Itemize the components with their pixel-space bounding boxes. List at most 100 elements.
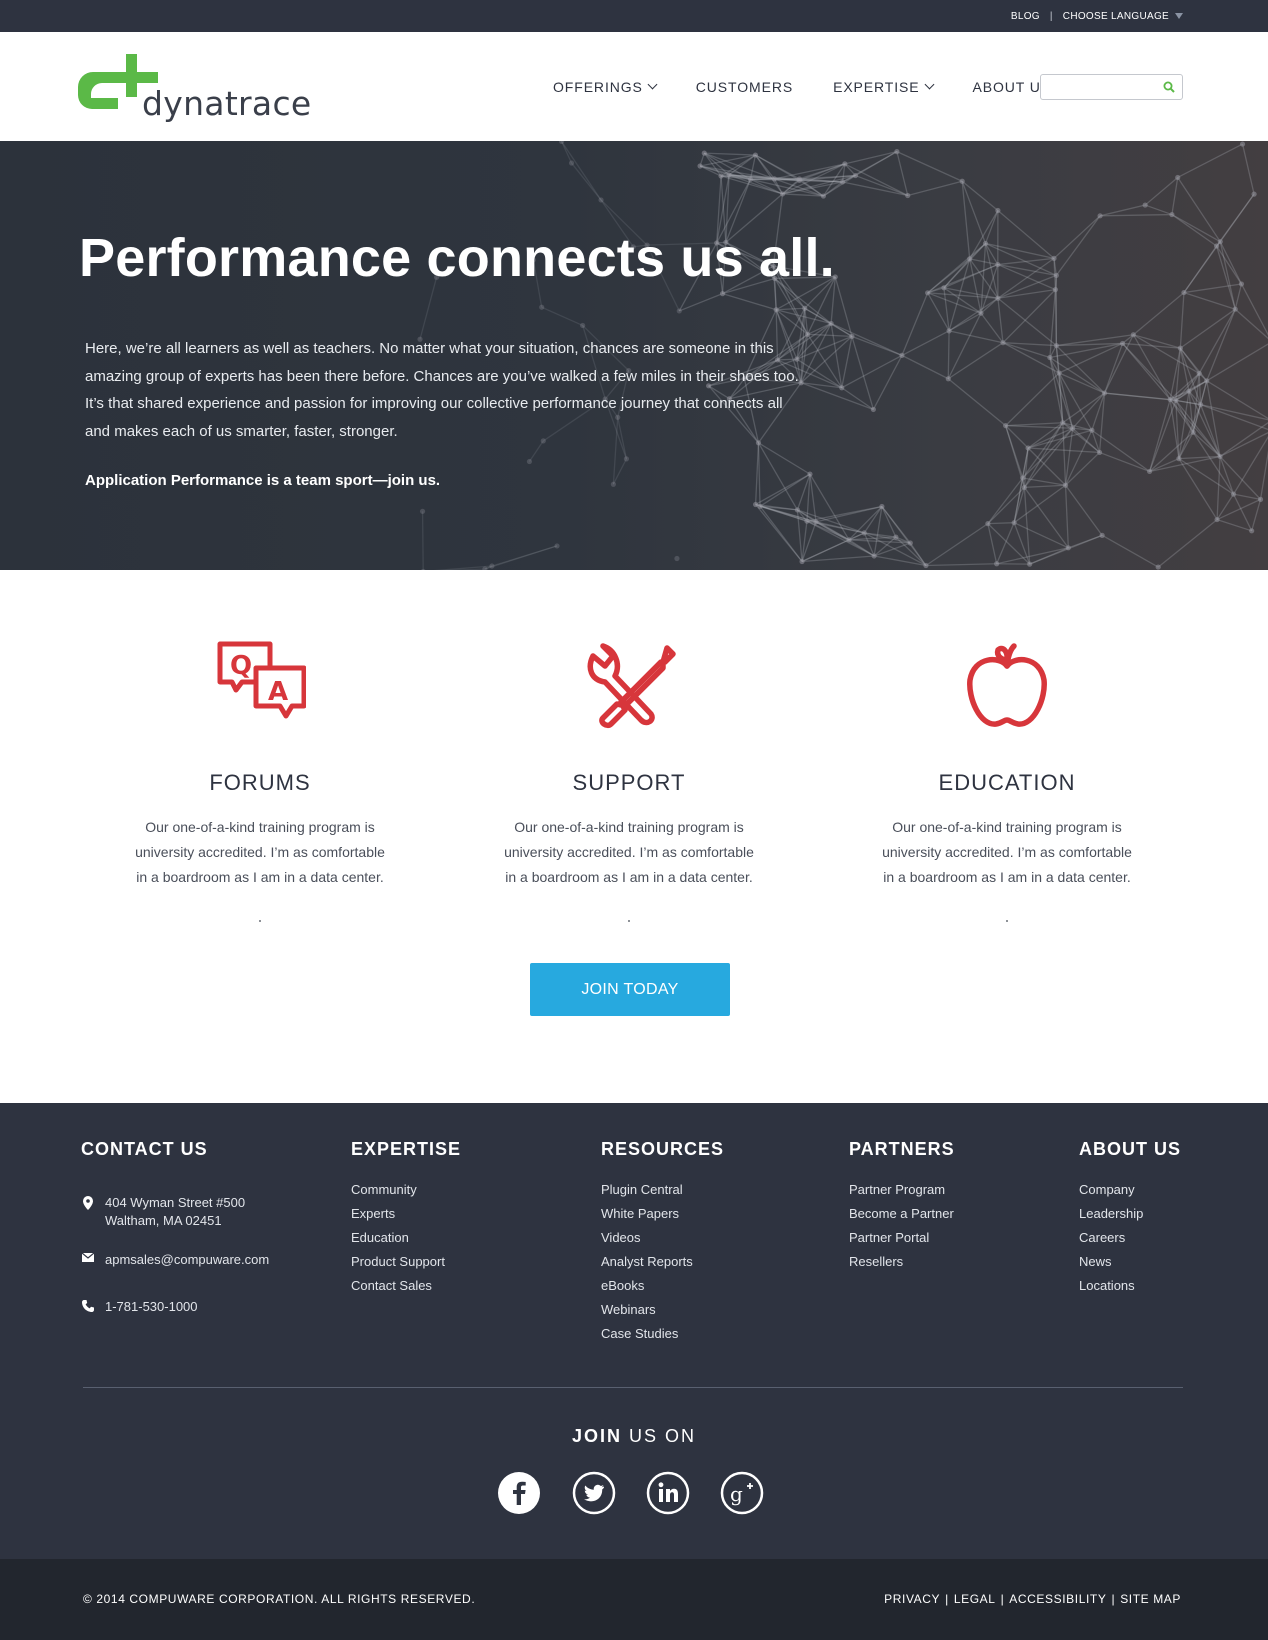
network-node — [959, 178, 965, 184]
join-today-button[interactable]: JOIN TODAY — [530, 963, 730, 1016]
search-input[interactable] — [1045, 77, 1157, 97]
footer-expertise: EXPERTISE Community Experts Education Pr… — [351, 1139, 461, 1298]
language-selector[interactable]: CHOOSE LANGUAGE — [1063, 11, 1169, 22]
site-map-link[interactable]: SITE MAP — [1120, 1592, 1181, 1606]
contact-phone: 1-781-530-1000 — [81, 1298, 198, 1316]
footer-link[interactable]: White Papers — [601, 1202, 724, 1226]
network-node — [1251, 191, 1257, 197]
network-node — [489, 563, 495, 569]
network-node — [1155, 564, 1161, 570]
accessibility-link[interactable]: ACCESSIBILITY — [1009, 1592, 1106, 1606]
twitter-icon[interactable] — [572, 1471, 616, 1515]
network-node — [1142, 202, 1148, 208]
footer-link[interactable]: Plugin Central — [601, 1178, 724, 1202]
network-node — [994, 561, 1000, 567]
nav-customers[interactable]: CUSTOMERS — [696, 67, 793, 107]
network-node — [1175, 174, 1181, 181]
network-node — [995, 207, 1001, 214]
caret-down-icon[interactable] — [1175, 13, 1183, 19]
footer-link[interactable]: Resellers — [849, 1250, 955, 1274]
legal-link[interactable]: LEGAL — [954, 1592, 996, 1606]
network-node — [1217, 239, 1223, 245]
footer-contact: CONTACT US — [81, 1139, 208, 1178]
wrench-screwdriver-icon — [587, 643, 676, 729]
network-node — [804, 518, 810, 524]
google-plus-icon[interactable]: g — [720, 1471, 764, 1515]
legal-links: PRIVACY | LEGAL | ACCESSIBILITY | SITE M… — [884, 1592, 1181, 1606]
hero-body: Here, we’re all learners as well as teac… — [85, 340, 799, 440]
feature-title: FORUMS — [209, 770, 311, 795]
feature-title: SUPPORT — [572, 770, 686, 795]
logo-wordmark: dynatrace — [142, 84, 312, 123]
privacy-link[interactable]: PRIVACY — [884, 1592, 940, 1606]
network-node — [419, 508, 426, 514]
network-node — [1119, 340, 1126, 347]
footer-divider — [83, 1387, 1183, 1388]
legal-separator: | — [1111, 1592, 1116, 1606]
chevron-down-icon — [647, 79, 658, 90]
network-node — [893, 534, 899, 540]
network-node — [985, 521, 991, 527]
facebook-icon[interactable] — [497, 1471, 541, 1515]
svg-text:g: g — [730, 1482, 743, 1506]
phone-icon — [82, 1300, 94, 1312]
network-node — [1027, 561, 1033, 567]
feature-description: Our one-of-a-kind training program is un… — [504, 819, 754, 885]
network-node — [1056, 370, 1062, 376]
network-node — [1214, 516, 1220, 523]
network-node — [839, 179, 846, 185]
footer-link[interactable]: Case Studies — [601, 1322, 724, 1346]
footer-link[interactable]: Experts — [351, 1202, 461, 1226]
network-node — [598, 197, 604, 203]
svg-text:Q: Q — [230, 651, 252, 681]
footer-link[interactable]: Product Support — [351, 1250, 461, 1274]
network-node — [674, 555, 680, 562]
network-node — [995, 261, 1001, 268]
address-line-2: Waltham, MA 02451 — [105, 1213, 222, 1228]
site-header: dynatrace OFFERINGS CUSTOMERS EXPERTISE … — [0, 32, 1268, 141]
footer-link[interactable]: Contact Sales — [351, 1274, 461, 1298]
footer-link[interactable]: News — [1079, 1250, 1181, 1274]
network-node — [580, 322, 586, 329]
network-node — [1239, 141, 1246, 147]
footer-link[interactable]: Analyst Reports — [601, 1250, 724, 1274]
footer-link[interactable]: Partner Portal — [849, 1226, 955, 1250]
footer-link[interactable]: Locations — [1079, 1274, 1181, 1298]
footer-resources-title: RESOURCES — [601, 1139, 725, 1159]
hero-banner: Performance connects us all. Here, we’re… — [0, 141, 1268, 570]
footer-link[interactable]: Webinars — [601, 1298, 724, 1322]
network-node — [1232, 306, 1238, 312]
footer-link[interactable]: Careers — [1079, 1226, 1181, 1250]
footer-link[interactable]: eBooks — [601, 1274, 724, 1298]
footer-link[interactable]: Community — [351, 1178, 461, 1202]
qa-bubbles-icon: Q A — [217, 641, 306, 719]
search-icon[interactable] — [1163, 81, 1175, 93]
network-node — [1238, 281, 1245, 287]
email-link[interactable]: apmsales@compuware.com — [105, 1251, 269, 1269]
footer-partners: PARTNERS Partner Program Become a Partne… — [849, 1139, 955, 1274]
hero-tagline: Application Performance is a team sport—… — [85, 472, 441, 489]
features-section: Q A FORUMS Our one-of-a-kind training pr… — [0, 570, 1268, 1103]
footer-link[interactable]: Education — [351, 1226, 461, 1250]
blog-link[interactable]: BLOG — [1011, 11, 1040, 22]
apple-icon — [967, 643, 1047, 727]
nav-expertise[interactable]: EXPERTISE — [833, 67, 934, 107]
footer-link[interactable]: Leadership — [1079, 1202, 1181, 1226]
utility-links: BLOG | CHOOSE LANGUAGE — [1011, 0, 1183, 32]
footer-link[interactable]: Company — [1079, 1178, 1181, 1202]
nav-offerings[interactable]: OFFERINGS — [553, 67, 658, 107]
network-node — [978, 310, 984, 316]
footer-link[interactable]: Videos — [601, 1226, 724, 1250]
network-node — [839, 385, 845, 391]
network-node — [842, 161, 848, 167]
network-node — [554, 543, 560, 549]
linkedin-icon[interactable] — [646, 1471, 690, 1515]
network-node — [1177, 345, 1183, 351]
dot-icon — [628, 920, 630, 922]
footer-link[interactable]: Partner Program — [849, 1178, 955, 1202]
network-node — [1025, 445, 1031, 451]
logo[interactable]: dynatrace — [78, 54, 311, 130]
network-node — [1181, 289, 1187, 296]
footer-link[interactable]: Become a Partner — [849, 1202, 955, 1226]
phone-link[interactable]: 1-781-530-1000 — [105, 1298, 198, 1316]
